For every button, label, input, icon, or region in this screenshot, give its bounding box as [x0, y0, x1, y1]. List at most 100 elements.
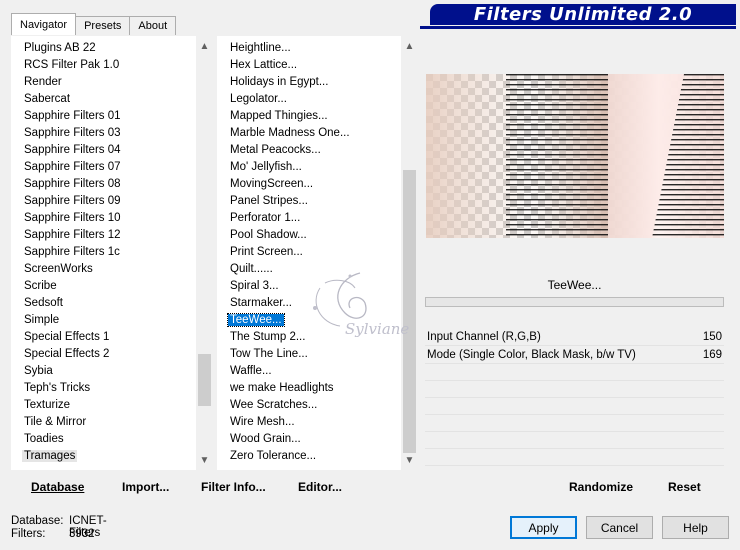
filter-item[interactable]: Marble Madness One...: [217, 125, 401, 142]
filter-item[interactable]: Legolator...: [217, 91, 401, 108]
reset-button[interactable]: Reset: [668, 480, 701, 494]
randomize-button[interactable]: Randomize: [569, 480, 633, 494]
category-item[interactable]: Sybia: [11, 363, 196, 380]
tab-navigator[interactable]: Navigator: [11, 13, 77, 35]
filter-item[interactable]: Metal Peacocks...: [217, 142, 401, 159]
filter-item[interactable]: Holidays in Egypt...: [217, 74, 401, 91]
category-item[interactable]: Sapphire Filters 04: [11, 142, 196, 159]
filter-item-label: Perforator 1...: [230, 212, 301, 224]
category-item-label: ScreenWorks: [24, 263, 93, 275]
category-item-label: Tramages: [22, 450, 78, 462]
category-item-label: Scribe: [24, 280, 57, 292]
param-row[interactable]: Input Channel (R,G,B) 150: [425, 328, 724, 346]
filter-item-label: Mo' Jellyfish...: [230, 161, 302, 173]
filter-item[interactable]: Zero Tolerance...: [217, 448, 401, 465]
category-item[interactable]: Toadies: [11, 431, 196, 448]
param-label: Mode (Single Color, Black Mask, b/w TV): [427, 348, 636, 361]
filter-item[interactable]: Heightline...: [217, 40, 401, 57]
category-item-label: Sapphire Filters 1c: [24, 246, 120, 258]
category-item[interactable]: Sapphire Filters 10: [11, 210, 196, 227]
filter-info-button[interactable]: Filter Info...: [201, 480, 266, 494]
scroll-up-icon[interactable]: ▲: [196, 38, 213, 55]
filter-item[interactable]: Wee Scratches...: [217, 397, 401, 414]
apply-button[interactable]: Apply: [510, 516, 577, 539]
category-list[interactable]: Plugins AB 22 RCS Filter Pak 1.0 Render Sab…: [11, 40, 196, 465]
category-item[interactable]: Sedsoft: [11, 295, 196, 312]
category-item-label: Sapphire Filters 08: [24, 178, 121, 190]
category-item[interactable]: Scribe: [11, 278, 196, 295]
category-item[interactable]: Tramages: [11, 448, 196, 465]
category-item[interactable]: Sapphire Filters 01: [11, 108, 196, 125]
param-label: Input Channel (R,G,B): [427, 330, 541, 343]
filter-item[interactable]: Print Screen...: [217, 244, 401, 261]
filter-item[interactable]: Pool Shadow...: [217, 227, 401, 244]
filter-item[interactable]: Mapped Thingies...: [217, 108, 401, 125]
scroll-down-icon[interactable]: ▼: [401, 452, 418, 469]
filter-item-label: Holidays in Egypt...: [230, 76, 329, 88]
param-row-empty: [425, 398, 724, 415]
category-item-label: Sapphire Filters 10: [24, 212, 121, 224]
filter-item-label: Wood Grain...: [230, 433, 301, 445]
filter-item[interactable]: we make Headlights: [217, 380, 401, 397]
category-item[interactable]: Render: [11, 74, 196, 91]
category-item[interactable]: Sapphire Filters 07: [11, 159, 196, 176]
tab-presets[interactable]: Presets: [75, 16, 131, 35]
filter-scrollbar[interactable]: ▲ ▼: [401, 36, 418, 470]
filter-list[interactable]: Heightline... Hex Lattice... Holidays in E…: [217, 40, 401, 465]
category-item[interactable]: Special Effects 1: [11, 329, 196, 346]
category-item[interactable]: Plugins AB 22: [11, 40, 196, 57]
status-database-label: Database:: [11, 515, 64, 527]
category-item[interactable]: RCS Filter Pak 1.0: [11, 57, 196, 74]
category-item[interactable]: Teph's Tricks: [11, 380, 196, 397]
cancel-button[interactable]: Cancel: [586, 516, 653, 539]
category-item[interactable]: Sapphire Filters 12: [11, 227, 196, 244]
category-item[interactable]: Simple: [11, 312, 196, 329]
category-item-label: Sapphire Filters 12: [24, 229, 121, 241]
category-item-label: Special Effects 1: [24, 331, 110, 343]
category-item[interactable]: Sapphire Filters 09: [11, 193, 196, 210]
editor-button[interactable]: Editor...: [298, 480, 342, 494]
import-button[interactable]: Import...: [122, 480, 169, 494]
category-scroll-thumb[interactable]: [198, 354, 211, 406]
category-item-label: Sapphire Filters 03: [24, 127, 121, 139]
category-item[interactable]: Sapphire Filters 1c: [11, 244, 196, 261]
category-item[interactable]: Special Effects 2: [11, 346, 196, 363]
database-button[interactable]: Database: [31, 480, 84, 494]
filter-item-label: Panel Stripes...: [230, 195, 308, 207]
filter-item[interactable]: Mo' Jellyfish...: [217, 159, 401, 176]
category-item[interactable]: Sabercat: [11, 91, 196, 108]
help-button[interactable]: Help: [662, 516, 729, 539]
filter-item[interactable]: MovingScreen...: [217, 176, 401, 193]
filter-item[interactable]: Perforator 1...: [217, 210, 401, 227]
category-item[interactable]: Sapphire Filters 08: [11, 176, 196, 193]
category-item-label: Special Effects 2: [24, 348, 110, 360]
filter-item-label: Wee Scratches...: [230, 399, 318, 411]
category-scrollbar[interactable]: ▲ ▼: [196, 36, 213, 470]
category-item-label: Toadies: [24, 433, 64, 445]
filter-item[interactable]: Hex Lattice...: [217, 57, 401, 74]
filter-item[interactable]: Wood Grain...: [217, 431, 401, 448]
filter-item-label: Pool Shadow...: [230, 229, 307, 241]
scroll-up-icon[interactable]: ▲: [401, 38, 418, 55]
category-item[interactable]: Tile & Mirror: [11, 414, 196, 431]
title-underline: [420, 26, 736, 29]
filter-item[interactable]: Waffle...: [217, 363, 401, 380]
filter-item[interactable]: Panel Stripes...: [217, 193, 401, 210]
filter-item[interactable]: Wire Mesh...: [217, 414, 401, 431]
filter-panel: Heightline... Hex Lattice... Holidays in E…: [217, 36, 418, 470]
param-row[interactable]: Mode (Single Color, Black Mask, b/w TV) …: [425, 346, 724, 364]
category-item-label: RCS Filter Pak 1.0: [24, 59, 120, 71]
scroll-down-icon[interactable]: ▼: [196, 452, 213, 469]
filter-item-label: Waffle...: [230, 365, 272, 377]
category-item[interactable]: ScreenWorks: [11, 261, 196, 278]
watermark-text: Sylviane: [345, 320, 410, 338]
category-item[interactable]: Texturize: [11, 397, 196, 414]
parameter-list: Input Channel (R,G,B) 150 Mode (Single C…: [425, 328, 724, 466]
filter-item-label: Zero Tolerance...: [230, 450, 317, 462]
filter-item-label: Starmaker...: [230, 297, 292, 309]
filter-item[interactable]: Tow The Line...: [217, 346, 401, 363]
tab-about[interactable]: About: [129, 16, 177, 35]
filter-item-label: Print Screen...: [230, 246, 303, 258]
app-title: Filters Unlimited 2.0: [430, 4, 736, 25]
category-item[interactable]: Sapphire Filters 03: [11, 125, 196, 142]
